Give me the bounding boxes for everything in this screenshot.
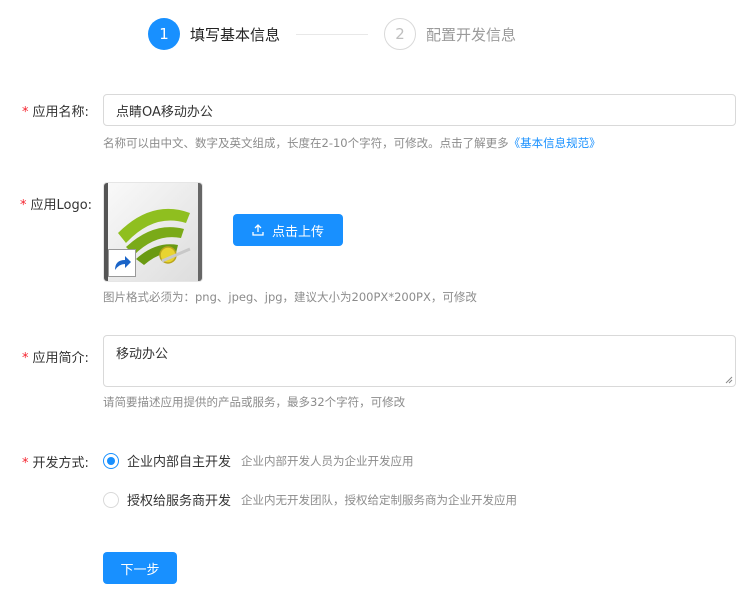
app-intro-help: 请简要描述应用提供的产品或服务，最多32个字符，可修改 — [103, 395, 406, 409]
resize-grip-icon[interactable] — [725, 376, 733, 384]
app-intro-textarea[interactable]: 移动办公 — [103, 335, 736, 387]
step-2-title: 配置开发信息 — [426, 25, 517, 44]
app-intro-label-text: 应用简介: — [32, 351, 89, 366]
radio-vendor-label[interactable]: 授权给服务商开发 — [127, 490, 231, 509]
shortcut-arrow-icon — [108, 249, 136, 277]
radio-internal-desc: 企业内部开发人员为企业开发应用 — [241, 453, 414, 468]
app-logo-label: * 应用Logo: — [20, 194, 92, 213]
radio-internal[interactable] — [103, 452, 119, 469]
app-intro-value: 移动办公 — [116, 347, 169, 362]
app-logo-help: 图片格式必须为：png、jpeg、jpg，建议大小为200PX*200PX，可修… — [103, 290, 477, 304]
dev-mode-label: * 开发方式: — [22, 452, 89, 471]
radio-vendor-desc: 企业内无开发团队，授权给定制服务商为企业开发应用 — [241, 492, 518, 507]
required-mark: * — [22, 351, 29, 366]
app-name-label: * 应用名称: — [22, 101, 89, 120]
dev-mode-option-vendor[interactable]: 授权给服务商开发 企业内无开发团队，授权给定制服务商为企业开发应用 — [103, 490, 517, 509]
step-1: 1 填写基本信息 — [148, 18, 280, 50]
radio-internal-label[interactable]: 企业内部自主开发 — [127, 451, 231, 470]
upload-logo-button[interactable]: 点击上传 — [233, 214, 343, 246]
next-step-button[interactable]: 下一步 — [103, 552, 177, 584]
step-1-title: 填写基本信息 — [190, 25, 281, 44]
app-logo-preview — [103, 182, 203, 282]
dev-mode-option-internal[interactable]: 企业内部自主开发 企业内部开发人员为企业开发应用 — [103, 451, 414, 470]
app-name-label-text: 应用名称: — [32, 105, 89, 120]
steps-bar: 1 填写基本信息 2 配置开发信息 — [148, 18, 516, 50]
step-2-number: 2 — [384, 18, 417, 50]
app-name-input[interactable]: 点睛OA移动办公 — [103, 94, 736, 126]
app-intro-label: * 应用简介: — [22, 347, 89, 366]
step-1-number: 1 — [148, 18, 180, 50]
required-mark: * — [20, 198, 27, 213]
step-connector — [296, 33, 369, 35]
required-mark: * — [22, 105, 29, 120]
dev-mode-label-text: 开发方式: — [32, 456, 89, 471]
app-name-help: 名称可以由中文、数字及英文组成，长度在2-10个字符，可修改。点击了解更多《基本… — [103, 135, 601, 151]
app-logo-label-text: 应用Logo: — [30, 198, 93, 213]
step-2: 2 配置开发信息 — [384, 18, 516, 50]
app-name-value: 点睛OA移动办公 — [116, 104, 213, 120]
radio-vendor[interactable] — [103, 491, 119, 508]
upload-icon — [252, 224, 264, 236]
app-name-help-text: 名称可以由中文、数字及英文组成，长度在2-10个字符，可修改。点击了解更多 — [103, 136, 509, 150]
basic-info-spec-link[interactable]: 《基本信息规范》 — [509, 136, 601, 150]
upload-button-label: 点击上传 — [271, 224, 324, 240]
required-mark: * — [22, 456, 29, 471]
